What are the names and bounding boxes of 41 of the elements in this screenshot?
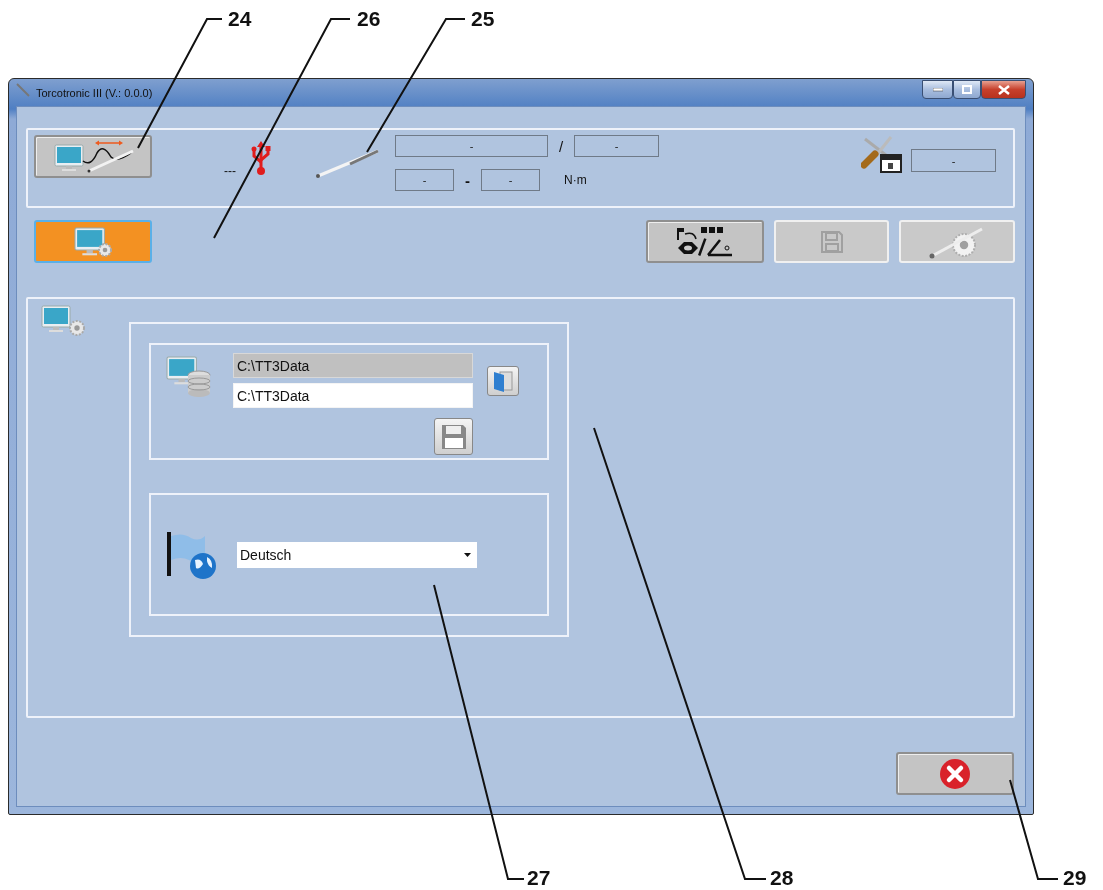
minimize-icon — [932, 87, 943, 92]
close-icon — [939, 757, 971, 790]
minimize-button[interactable] — [922, 80, 953, 99]
separator-slash: / — [559, 137, 564, 155]
data-path-field[interactable]: C:\TT3Data — [233, 383, 473, 408]
serial-number-field: - — [574, 135, 660, 157]
window-title: Torcotronic III (V.: 0.0.0) — [36, 87, 153, 99]
tools-calendar-icon — [861, 135, 903, 173]
callout-number: 24 — [228, 7, 252, 31]
connection-status: --- — [224, 164, 236, 178]
folder-icon — [492, 369, 514, 393]
monitor-gear-icon — [41, 305, 87, 337]
range-separator: - — [465, 171, 470, 189]
language-dropdown[interactable]: Deutsch — [237, 541, 477, 568]
callout-number: 28 — [770, 866, 794, 890]
monitor-database-icon — [165, 355, 213, 399]
callout-number: 25 — [471, 7, 495, 31]
usb-icon — [251, 140, 271, 176]
maximize-icon — [962, 85, 972, 94]
connect-button[interactable] — [34, 135, 152, 178]
sequence-button[interactable] — [646, 220, 764, 263]
data-path-field: C:\TT3Data — [233, 353, 473, 378]
flag-globe-icon — [165, 529, 217, 580]
monitor-gear-icon — [71, 225, 115, 258]
close-icon — [997, 84, 1010, 95]
save-button[interactable] — [434, 418, 473, 455]
callout-number: 27 — [527, 866, 551, 890]
unit-label: N·m — [564, 173, 587, 187]
range-max-field: - — [481, 169, 540, 191]
wrench-icon — [16, 83, 30, 97]
browse-folder-button[interactable] — [487, 366, 519, 396]
save-icon — [819, 229, 844, 254]
maximize-button[interactable] — [953, 80, 981, 99]
close-button[interactable] — [981, 80, 1026, 99]
range-min-field: - — [395, 169, 454, 191]
dropdown-arrow-icon — [464, 552, 471, 557]
callout-number: 26 — [357, 7, 381, 31]
callout-number: 29 — [1063, 866, 1087, 890]
serial-number-field: - — [395, 135, 548, 157]
calibration-date-field: - — [911, 149, 996, 172]
exit-button[interactable] — [896, 752, 1014, 795]
